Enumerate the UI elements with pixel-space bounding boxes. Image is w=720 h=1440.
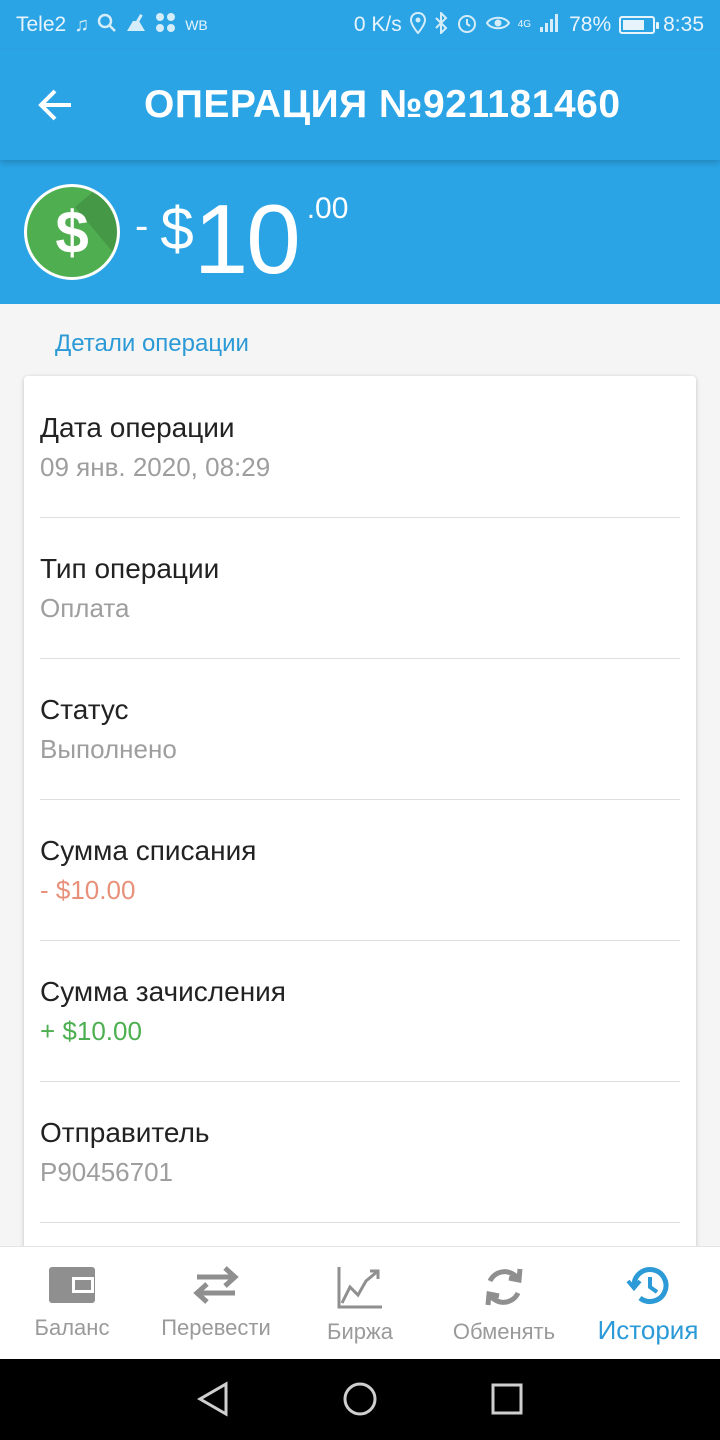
amount-display: - $ 10 .00 [135,180,348,288]
amount-sign: - [135,204,149,248]
detail-value: + $10.00 [40,1016,142,1046]
system-navigation-bar [0,1358,720,1440]
page-title: ОПЕРАЦИЯ №921181460 [144,83,621,126]
triangle-back-icon [197,1381,228,1417]
detail-row-date: Дата операции 09 янв. 2020, 08:29 [40,376,680,518]
detail-value: Оплата [40,593,130,623]
detail-row-status: Статус Выполнено [40,658,680,800]
eye-icon [485,14,510,36]
amount-currency: $ [160,195,194,262]
system-home-button[interactable] [330,1369,390,1429]
detail-value: - $10.00 [40,875,136,905]
arrow-left-icon [38,89,71,121]
nav-history[interactable]: История [576,1247,720,1359]
app-bar: ОПЕРАЦИЯ №921181460 [0,50,720,160]
alarm-icon [456,12,478,38]
clock: 8:35 [663,13,704,36]
detail-label: Сумма зачисления [40,976,286,1007]
amount-header: $ - $ 10 .00 [0,160,720,304]
nav-label: Баланс [34,1315,110,1340]
detail-row-credit: Сумма зачисления + $10.00 [40,940,680,1082]
nav-label: История [597,1315,699,1345]
transfer-arrows-icon [193,1266,239,1304]
nav-swap[interactable]: Обменять [432,1247,576,1359]
nav-balance[interactable]: Баланс [0,1247,144,1359]
bluetooth-icon [434,10,448,38]
bottom-navigation: Баланс Перевести Биржа Обменять История [0,1246,720,1359]
nav-label: Перевести [161,1315,271,1340]
battery-icon [619,16,660,34]
back-button[interactable] [0,50,110,160]
circle-home-icon [343,1382,377,1416]
dollar-coin-icon: $ [24,184,120,280]
detail-label: Отправитель [40,1117,210,1148]
nav-label: Обменять [452,1319,556,1344]
network-type-label: 4G [517,19,532,30]
amount-value: 10 [193,184,301,294]
coin-symbol: $ [55,198,89,266]
nav-transfer[interactable]: Перевести [144,1247,288,1359]
status-bar: Tele2 ♫ WB 0 K/s 4G 78% 8:35 [0,0,720,50]
music-note-icon: ♫ [74,14,90,36]
detail-value: P90456701 [40,1157,174,1187]
wallet-icon [49,1267,95,1303]
details-card: Дата операции 09 янв. 2020, 08:29 Тип оп… [24,376,696,1276]
search-icon [97,13,117,37]
detail-label: Сумма списания [40,835,257,866]
system-recents-button[interactable] [477,1369,537,1429]
signal-icon [539,13,561,37]
amount-cents: .00 [306,192,349,225]
detail-value: Выполнено [40,734,177,764]
battery-percent: 78% [569,13,612,36]
history-icon [626,1267,669,1304]
cleaner-icon [125,13,147,37]
detail-label: Статус [40,694,129,725]
nav-exchange-market[interactable]: Биржа [288,1247,432,1359]
square-recents-icon [491,1383,523,1415]
status-bar-left: Tele2 ♫ WB [16,12,208,38]
detail-row-debit: Сумма списания - $10.00 [40,799,680,941]
detail-row-sender: Отправитель P90456701 [40,1081,680,1223]
exchange-icon [485,1268,523,1306]
detail-label: Тип операции [40,553,220,584]
detail-label: Дата операции [40,412,235,443]
section-title: Детали операции [55,330,249,357]
detail-value: 09 янв. 2020, 08:29 [40,452,271,482]
carrier-name: Tele2 [16,13,67,36]
detail-row-type: Тип операции Оплата [40,517,680,659]
net-speed: 0 K/s [353,13,402,36]
wb-label: WB [185,17,208,33]
apps-icon [155,12,177,38]
battery-fill [623,20,645,30]
location-icon [409,11,426,38]
status-bar-right: 0 K/s 4G 78% 8:35 [353,10,704,38]
system-back-button[interactable] [183,1369,243,1429]
chart-icon [337,1267,382,1309]
nav-label: Биржа [327,1319,393,1344]
